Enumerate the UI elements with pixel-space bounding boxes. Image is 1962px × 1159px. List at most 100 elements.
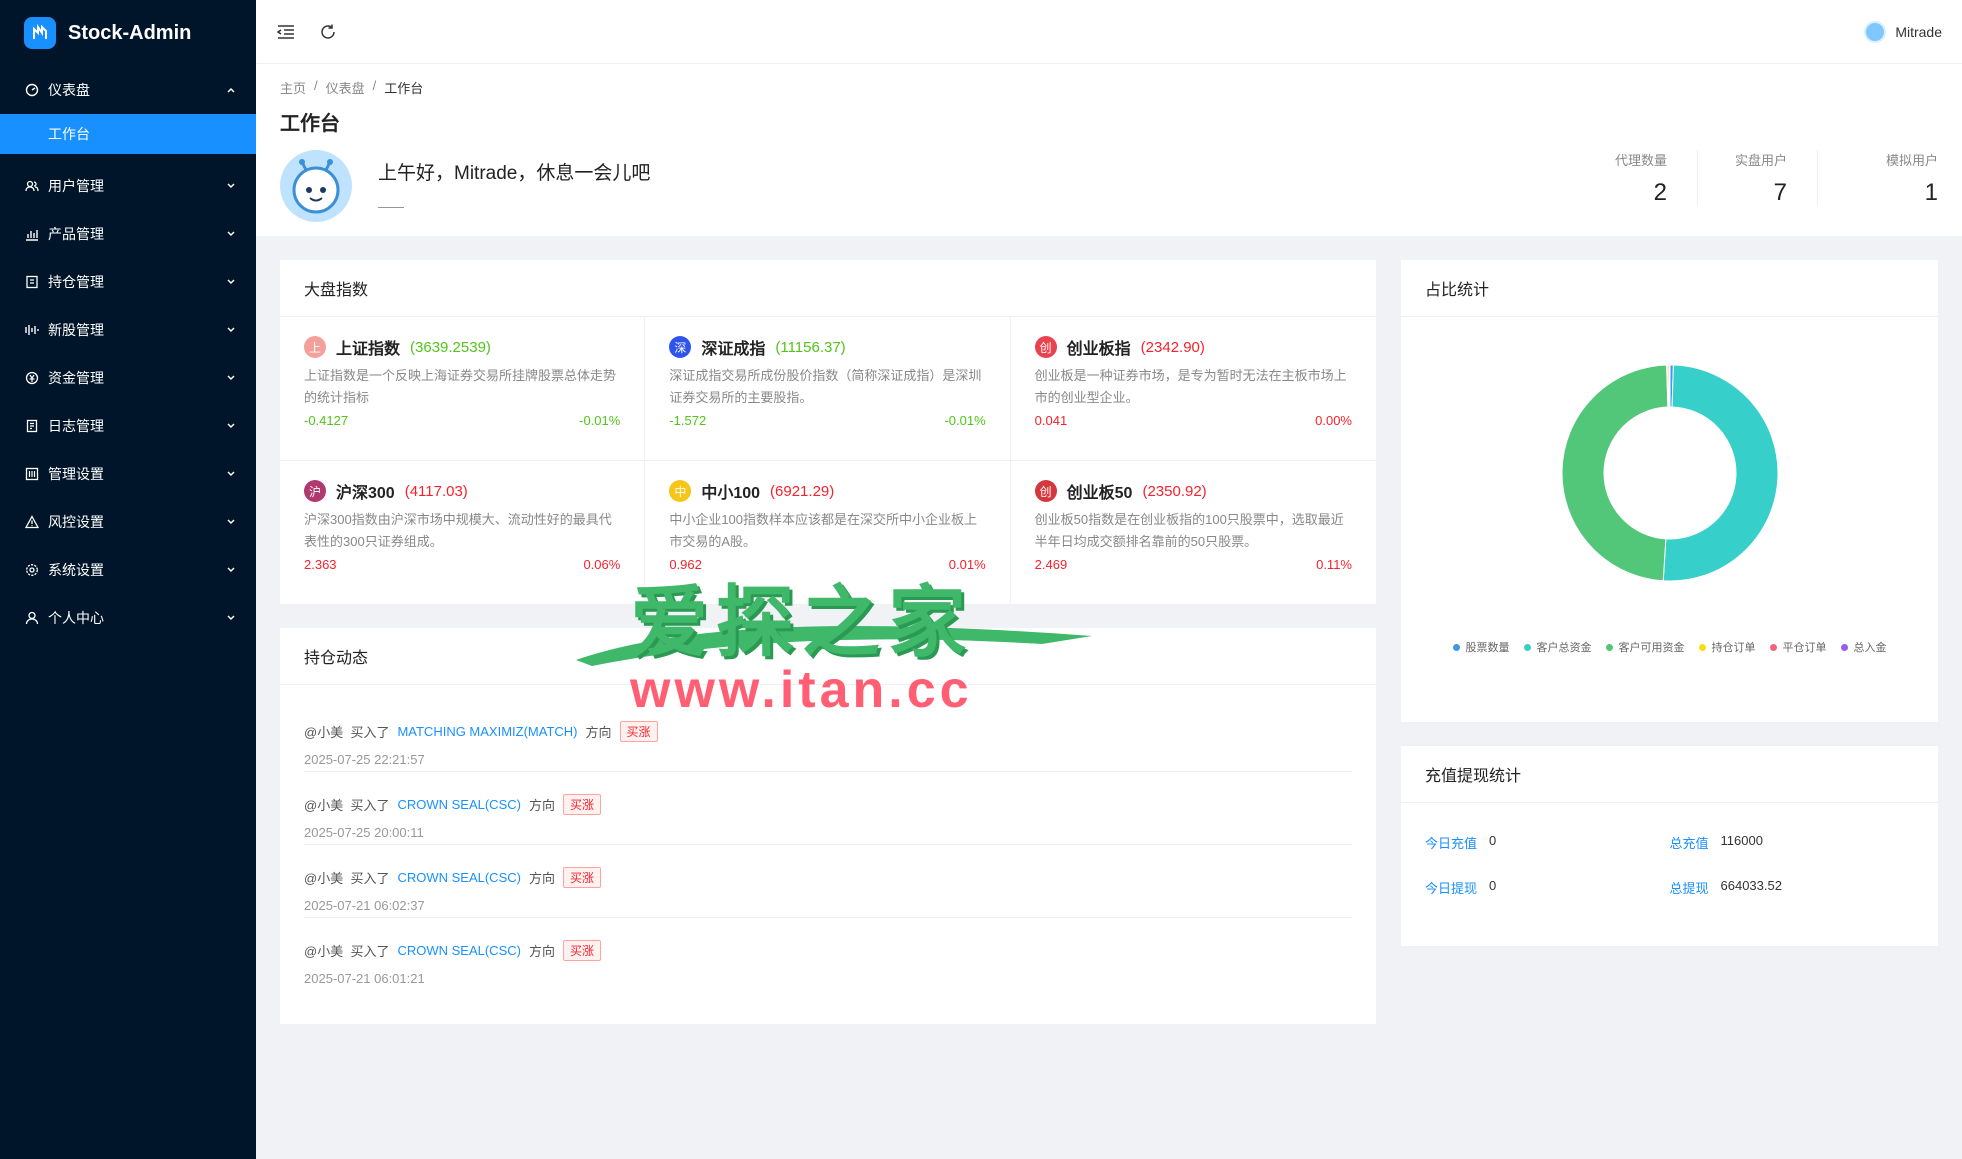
chevron-down-icon bbox=[226, 517, 236, 527]
holding-user: @小美 bbox=[304, 871, 344, 886]
refresh-icon[interactable] bbox=[318, 22, 338, 42]
legend-label: 平仓订单 bbox=[1782, 642, 1827, 654]
charge-value: 664033.52 bbox=[1720, 878, 1782, 893]
holdings-list: @小美 买入了 MATCHING MAXIMIZ(MATCH) 方向 买涨 2025-0… bbox=[280, 685, 1376, 991]
sidebar-item-admin-settings[interactable]: 管理设置 bbox=[0, 450, 256, 498]
sidebar-item-funds[interactable]: 资金管理 bbox=[0, 354, 256, 402]
charge-label[interactable]: 今日充值 bbox=[1425, 833, 1477, 852]
legend-item[interactable]: 持仓订单 bbox=[1698, 639, 1756, 655]
index-badge-icon: 深 bbox=[669, 336, 692, 358]
index-cell: 中中小100 (6921.29) 中小企业100指数样本应该都是在深交所中小企业板上… bbox=[645, 461, 1011, 605]
holding-dir-label: 方向 bbox=[528, 871, 555, 886]
stat-demo-users: 模拟用户 1 bbox=[1885, 153, 1938, 206]
donut-slice[interactable] bbox=[1561, 364, 1668, 582]
sidebar-item-label: 风控设置 bbox=[48, 514, 104, 530]
sidebar-item-ipo[interactable]: 新股管理 bbox=[0, 306, 256, 354]
charge-label[interactable]: 总提现 bbox=[1670, 878, 1709, 897]
index-desc: 创业板是一种证券市场，是专为暂时无法在主板市场上市的创业型企业。 bbox=[1034, 368, 1347, 405]
breadcrumb: 主页 / 仪表盘 / 工作台 bbox=[280, 78, 424, 97]
legend-item[interactable]: 客户总资金 bbox=[1523, 639, 1592, 655]
charge-label[interactable]: 今日提现 bbox=[1425, 878, 1477, 897]
index-name: 创业板50 bbox=[1066, 485, 1133, 502]
index-badge-icon: 中 bbox=[669, 480, 692, 502]
index-change: -1.572 bbox=[669, 413, 707, 428]
index-cell: 创创业板指 (2342.90) 创业板是一种证券市场，是专为暂时无法在主板市场上市的… bbox=[1010, 317, 1376, 461]
breadcrumb-item[interactable]: 主页 bbox=[280, 78, 306, 97]
page-header: 主页 / 仪表盘 / 工作台 工作台 上午好，Mitrade，休息一会儿吧 ——… bbox=[256, 64, 1962, 236]
holding-user: @小美 bbox=[304, 798, 344, 813]
index-desc: 沪深300指数由沪深市场中规模大、流动性好的最具代表性的300只证券组成。 bbox=[304, 512, 612, 549]
index-cell: 创创业板50 (2350.92) 创业板50指数是在创业板指的100只股票中，选取最… bbox=[1010, 461, 1376, 605]
breadcrumb-current: 工作台 bbox=[384, 81, 424, 96]
sidebar-item-label: 用户管理 bbox=[48, 178, 104, 194]
holding-stock-link[interactable]: CROWN SEAL(CSC) bbox=[397, 943, 521, 958]
logo[interactable]: Stock-Admin bbox=[0, 0, 256, 66]
holding-time: 2025-07-21 06:02:37 bbox=[304, 898, 425, 913]
chevron-up-icon bbox=[226, 85, 236, 95]
list-item: @小美 买入了 CROWN SEAL(CSC) 方向 买涨 2025-07-21 06:… bbox=[304, 918, 1352, 991]
charge-label[interactable]: 总充值 bbox=[1670, 833, 1709, 852]
holding-stock-link[interactable]: CROWN SEAL(CSC) bbox=[397, 870, 521, 885]
legend-item[interactable]: 股票数量 bbox=[1452, 639, 1510, 655]
index-pct: 0.06% bbox=[583, 557, 621, 572]
card-title: 大盘指数 bbox=[280, 260, 1376, 317]
card-title: 持仓动态 bbox=[280, 628, 1376, 685]
legend-label: 客户可用资金 bbox=[1618, 642, 1685, 654]
breadcrumb-item[interactable]: 仪表盘 bbox=[326, 78, 365, 97]
direction-tag: 买涨 bbox=[562, 940, 601, 961]
index-cell: 沪沪深300 (4117.03) 沪深300指数由沪深市场中规模大、流动性好的最具代… bbox=[280, 461, 646, 605]
index-badge-icon: 沪 bbox=[304, 480, 326, 502]
logo-icon bbox=[24, 17, 56, 49]
ipo-icon bbox=[24, 322, 40, 338]
charge-stat: 总提现 664033.52 bbox=[1670, 878, 1915, 897]
sidebar-subitem-workbench[interactable]: 工作台 bbox=[0, 114, 256, 154]
index-change: 2.469 bbox=[1034, 557, 1068, 572]
holdings-card: 持仓动态 @小美 买入了 MATCHING MAXIMIZ(MATCH) 方向 买涨 2… bbox=[280, 628, 1376, 1024]
sidebar-item-dashboard[interactable]: 仪表盘 bbox=[0, 66, 256, 114]
sidebar-item-products[interactable]: 产品管理 bbox=[0, 210, 256, 258]
legend-item[interactable]: 客户可用资金 bbox=[1605, 639, 1685, 655]
chevron-down-icon bbox=[226, 421, 236, 431]
legend-dot bbox=[1769, 643, 1777, 651]
chart-icon bbox=[24, 226, 40, 242]
chevron-down-icon bbox=[226, 373, 236, 383]
holding-time: 2025-07-21 06:01:21 bbox=[304, 971, 425, 986]
index-change: 0.962 bbox=[669, 557, 702, 572]
menu-fold-icon[interactable] bbox=[276, 22, 296, 42]
chevron-down-icon bbox=[226, 325, 236, 335]
index-name: 中小100 bbox=[701, 485, 761, 502]
holding-time: 2025-07-25 22:21:57 bbox=[304, 752, 425, 767]
users-icon bbox=[24, 178, 40, 194]
holding-time: 2025-07-25 20:00:11 bbox=[304, 825, 424, 840]
index-name: 沪深300 bbox=[336, 485, 395, 502]
sidebar-item-label: 个人中心 bbox=[48, 610, 104, 626]
sidebar-item-holdings[interactable]: 持仓管理 bbox=[0, 258, 256, 306]
user-menu[interactable]: Mitrade bbox=[1864, 20, 1942, 43]
index-change: 2.363 bbox=[304, 557, 337, 572]
sidebar-item-logs[interactable]: 日志管理 bbox=[0, 402, 256, 450]
donut-slice[interactable] bbox=[1668, 364, 1670, 408]
legend-dot bbox=[1605, 643, 1613, 651]
charge-value: 0 bbox=[1489, 833, 1497, 848]
donut-chart bbox=[1561, 364, 1778, 582]
index-desc: 上证指数是一个反映上海证券交易所挂牌股票总体走势的统计指标 bbox=[304, 368, 617, 405]
index-badge-icon: 上 bbox=[304, 336, 326, 358]
holding-stock-link[interactable]: MATCHING MAXIMIZ(MATCH) bbox=[397, 724, 577, 739]
legend-label: 股票数量 bbox=[1465, 642, 1510, 654]
sidebar-item-users[interactable]: 用户管理 bbox=[0, 162, 256, 210]
app-title: Stock-Admin bbox=[68, 21, 192, 44]
legend-item[interactable]: 总入金 bbox=[1840, 639, 1887, 655]
user-icon bbox=[24, 610, 40, 626]
sidebar-item-system-settings[interactable]: 系统设置 bbox=[0, 546, 256, 594]
index-name: 上证指数 bbox=[336, 341, 401, 358]
donut-slice[interactable] bbox=[1662, 364, 1778, 582]
legend-item[interactable]: 平仓订单 bbox=[1769, 639, 1827, 655]
ratio-card: 占比统计 股票数量 客户总资金 客户可用资金 持仓订单 平仓订单 总入金 bbox=[1401, 260, 1938, 722]
index-cell: 上上证指数 (3639.2539) 上证指数是一个反映上海证券交易所挂牌股票总体走势… bbox=[280, 317, 646, 461]
market-index-card: 大盘指数 上上证指数 (3639.2539) 上证指数是一个反映上海证券交易所挂牌股… bbox=[280, 260, 1376, 605]
sidebar-item-risk-settings[interactable]: 风控设置 bbox=[0, 498, 256, 546]
direction-tag: 买涨 bbox=[562, 867, 601, 888]
sidebar-item-profile[interactable]: 个人中心 bbox=[0, 594, 256, 642]
charge-stat: 总充值 116000 bbox=[1670, 833, 1915, 852]
holding-stock-link[interactable]: CROWN SEAL(CSC) bbox=[397, 797, 521, 812]
